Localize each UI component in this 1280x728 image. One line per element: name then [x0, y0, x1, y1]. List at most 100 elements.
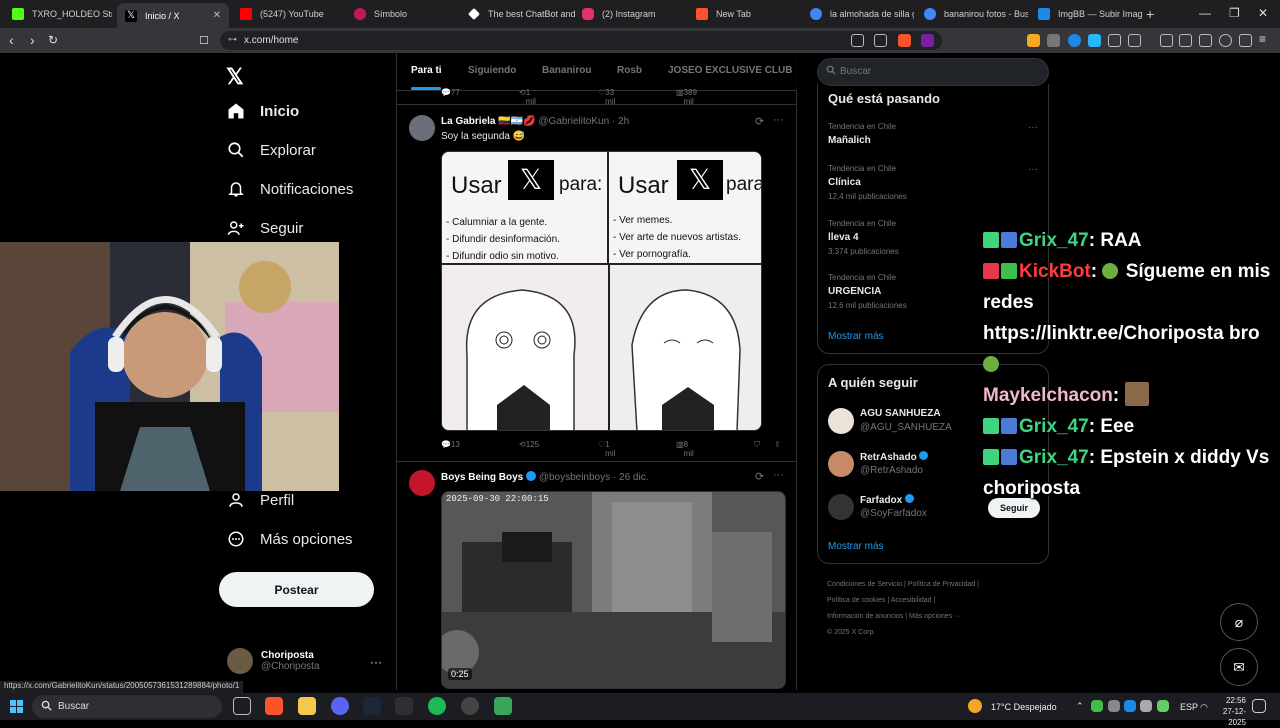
- tab-siguiendo[interactable]: Siguiendo: [468, 65, 516, 76]
- tray-icon[interactable]: [1140, 700, 1152, 712]
- like-button[interactable]: ♡ 1 mil: [598, 440, 615, 458]
- brave-icon[interactable]: [265, 697, 283, 715]
- browser-tab-active[interactable]: 𝕏 Inicio / X ✕: [117, 3, 229, 28]
- minimize-icon[interactable]: —: [1199, 6, 1211, 20]
- back-icon[interactable]: ‹: [9, 32, 14, 48]
- grok-button[interactable]: ⌀: [1220, 603, 1258, 641]
- tweet-more-icon[interactable]: ···: [773, 114, 784, 126]
- grok-icon[interactable]: ⟳: [755, 115, 764, 128]
- trend-item[interactable]: Clínica: [828, 177, 861, 188]
- avatar[interactable]: [409, 470, 435, 496]
- cast-icon[interactable]: [851, 34, 864, 47]
- footer-link[interactable]: Accesibilidad: [891, 597, 932, 604]
- bookmark-icon[interactable]: ⛉: [754, 440, 760, 450]
- vpn-icon[interactable]: [1239, 34, 1252, 47]
- extension-icon[interactable]: [1027, 34, 1040, 47]
- author-handle[interactable]: @GabrielitoKun: [538, 116, 609, 127]
- tweet-time[interactable]: · 2h: [612, 116, 629, 127]
- extension-icon[interactable]: [1128, 34, 1141, 47]
- menu-icon[interactable]: ≡: [1259, 32, 1266, 46]
- author-name[interactable]: Boys Being Boys: [441, 472, 523, 483]
- browser-tab[interactable]: la almohada de silla g: [802, 3, 914, 25]
- browser-tab[interactable]: New Tab: [688, 3, 800, 25]
- tab-joseo-exclusive-club[interactable]: JOSEO EXCLUSIVE CLUB: [668, 65, 792, 76]
- file-explorer-icon[interactable]: [298, 697, 316, 715]
- address-bar[interactable]: ⊶ x.com/home: [220, 31, 942, 50]
- bookmark-icon[interactable]: ☐: [199, 34, 209, 47]
- repost-button[interactable]: ⟲ 125: [519, 440, 539, 449]
- clock[interactable]: 22:56 27-12-2025: [1212, 695, 1246, 728]
- browser-tab[interactable]: TXRO_HOLDEO Stream: [4, 3, 112, 25]
- browser-tab[interactable]: The best ChatBot and: [460, 3, 575, 25]
- account-switcher[interactable]: Choriposta @Choriposta: [227, 648, 320, 674]
- tweet-time[interactable]: · 26 dic.: [613, 472, 649, 483]
- share-icon[interactable]: ⇪: [774, 440, 781, 449]
- reply-button[interactable]: 💬 13: [441, 440, 460, 449]
- forward-icon[interactable]: ›: [30, 32, 35, 48]
- nav-item-mas-opciones[interactable]: Más opciones: [226, 529, 353, 549]
- show-more-trends-link[interactable]: Mostrar más: [828, 331, 884, 342]
- grok-icon[interactable]: ⟳: [755, 470, 764, 483]
- like-count[interactable]: ♡ 33 mil: [598, 88, 615, 106]
- language-indicator[interactable]: ESP: [1180, 702, 1198, 712]
- tweet-video[interactable]: 2025-09-30 22:00:15 0:25: [441, 491, 786, 689]
- tab-para-ti[interactable]: Para ti: [411, 65, 442, 76]
- browser-tab[interactable]: bananirou fotos - Busc: [916, 3, 1028, 25]
- footer-link[interactable]: Información de anuncios: [827, 613, 903, 620]
- wallet-icon[interactable]: [1199, 34, 1212, 47]
- obs-icon[interactable]: [395, 697, 413, 715]
- weather-text[interactable]: 17°C Despejado: [991, 702, 1057, 712]
- nav-item-seguir[interactable]: Seguir: [226, 218, 303, 238]
- spotify-icon[interactable]: [428, 697, 446, 715]
- browser-tab[interactable]: (5247) YouTube: [232, 3, 344, 25]
- tweet-image[interactable]: Usar 𝕏 para: - Calumniar a la gente. - D…: [441, 151, 762, 431]
- author-name[interactable]: La Gabriela: [441, 116, 495, 127]
- app-icon[interactable]: [494, 697, 512, 715]
- extension-icon[interactable]: [1068, 34, 1081, 47]
- extension-icon[interactable]: [1088, 34, 1101, 47]
- trend-item[interactable]: Mañalich: [828, 135, 871, 146]
- suggested-user-name[interactable]: RetrAshado: [860, 451, 929, 463]
- task-view-icon[interactable]: [233, 697, 251, 715]
- footer-link[interactable]: Condiciones de Servicio: [827, 581, 902, 588]
- tray-icon[interactable]: [1108, 700, 1120, 712]
- brave-shield-icon[interactable]: [898, 34, 911, 47]
- reply-count[interactable]: 💬 77: [441, 88, 460, 97]
- browser-tab[interactable]: (2) Instagram: [574, 3, 686, 25]
- sidebar-icon[interactable]: [1179, 34, 1192, 47]
- app-icon[interactable]: [461, 697, 479, 715]
- views-button[interactable]: ▥ 8 mil: [676, 440, 694, 458]
- tweet-more-icon[interactable]: ···: [773, 469, 784, 481]
- media-icon[interactable]: [1160, 34, 1173, 47]
- avatar[interactable]: [409, 115, 435, 141]
- close-window-icon[interactable]: ✕: [1258, 6, 1268, 20]
- suggested-user-name[interactable]: Farfadox: [860, 494, 915, 506]
- puzzle-icon[interactable]: [1108, 34, 1121, 47]
- footer-link[interactable]: Más opciones ···: [909, 613, 961, 620]
- search-input[interactable]: Buscar: [817, 58, 1049, 86]
- show-more-suggestions-link[interactable]: Mostrar más: [828, 541, 884, 552]
- trend-item[interactable]: lleva 4: [828, 232, 859, 243]
- account-more-icon[interactable]: ···: [370, 655, 382, 669]
- reload-icon[interactable]: ↻: [48, 33, 58, 47]
- nav-item-perfil[interactable]: Perfil: [226, 490, 294, 510]
- view-count[interactable]: ▥ 389 mil: [676, 88, 697, 106]
- repost-count[interactable]: ⟲ 1 mil: [519, 88, 536, 106]
- leo-ai-icon[interactable]: [1219, 34, 1232, 47]
- browser-tab[interactable]: Símbolo: [346, 3, 458, 25]
- share-icon[interactable]: [874, 34, 887, 47]
- taskbar-search[interactable]: Buscar: [32, 695, 222, 718]
- avatar[interactable]: [828, 408, 854, 434]
- avatar[interactable]: [828, 494, 854, 520]
- wifi-icon[interactable]: ◠: [1200, 702, 1208, 713]
- browser-tab[interactable]: ImgBB — Subir Image: [1030, 3, 1142, 25]
- tab-rosb[interactable]: Rosb: [617, 65, 642, 76]
- brave-rewards-icon[interactable]: [921, 34, 934, 47]
- discord-icon[interactable]: [331, 697, 349, 715]
- avatar[interactable]: [828, 451, 854, 477]
- notifications-icon[interactable]: [1252, 699, 1266, 713]
- steam-icon[interactable]: [363, 697, 381, 715]
- suggested-user-name[interactable]: AGU SANHUEZA: [860, 408, 941, 419]
- trend-more-icon[interactable]: ···: [1028, 164, 1038, 175]
- extension-icon[interactable]: [1047, 34, 1060, 47]
